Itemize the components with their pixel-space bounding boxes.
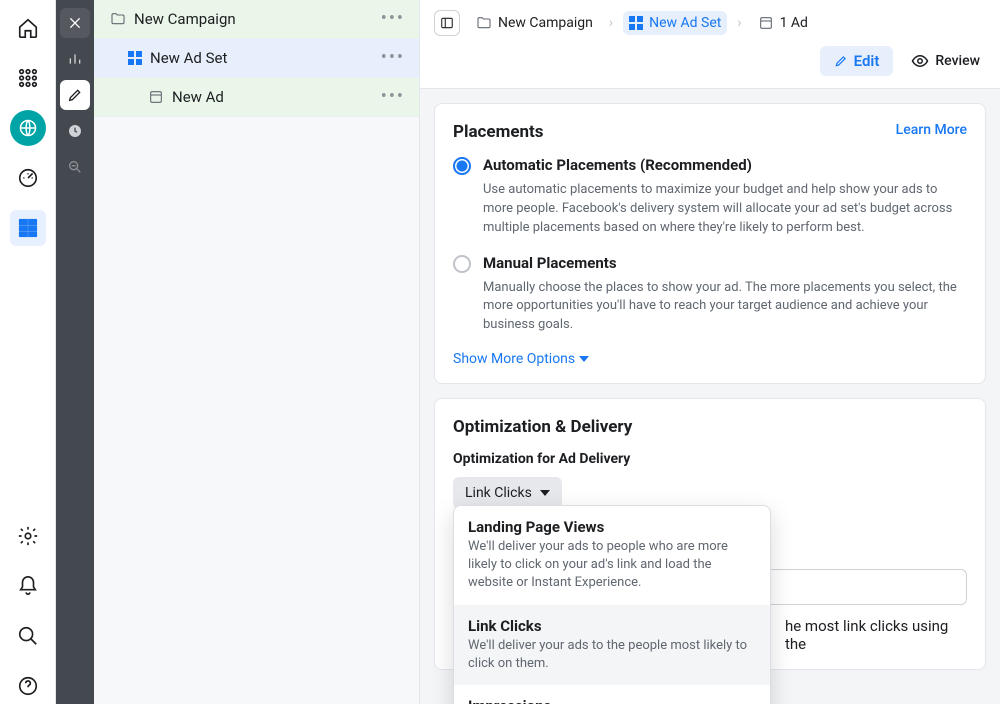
ad-icon (148, 89, 164, 105)
chevron-right-icon: › (737, 15, 741, 31)
option-landing-page-views[interactable]: Landing Page Views We'll deliver your ad… (454, 506, 770, 605)
main-panel: New Campaign › New Ad Set › 1 Ad Edit Re… (420, 0, 1000, 704)
more-icon[interactable]: ••• (381, 88, 405, 106)
placements-title: Placements (453, 122, 967, 142)
pencil-icon[interactable] (60, 80, 90, 110)
zoom-icon[interactable] (60, 152, 90, 182)
adset-icon (629, 16, 643, 30)
breadcrumb-ad[interactable]: 1 Ad (752, 11, 814, 35)
radio-manual[interactable]: Manual Placements (453, 254, 967, 273)
show-more-link[interactable]: Show More Options (453, 351, 967, 367)
chevron-right-icon: › (609, 15, 613, 31)
placements-card: Learn More Placements Automatic Placemen… (434, 103, 986, 384)
header: New Campaign › New Ad Set › 1 Ad Edit Re… (420, 0, 1000, 89)
adset-icon (128, 51, 142, 65)
radio-automatic-desc: Use automatic placements to maximize you… (483, 181, 967, 238)
search-icon[interactable] (10, 618, 46, 654)
globe-icon[interactable] (10, 110, 46, 146)
radio-automatic-title: Automatic Placements (Recommended) (483, 156, 752, 175)
tree-adset-row[interactable]: New Ad Set ••• (94, 39, 419, 78)
content-scroll[interactable]: Learn More Placements Automatic Placemen… (420, 89, 1000, 704)
radio-manual-desc: Manually choose the places to show your … (483, 279, 967, 336)
tree-ad-row[interactable]: New Ad ••• (94, 78, 419, 117)
optimization-label: Optimization for Ad Delivery (453, 451, 967, 467)
option-impressions[interactable]: Impressions We'll deliver your ads to pe… (454, 685, 770, 704)
folder-icon (110, 11, 126, 27)
speedometer-icon[interactable] (10, 160, 46, 196)
breadcrumb-campaign[interactable]: New Campaign (470, 11, 599, 35)
tree-adset-label: New Ad Set (150, 49, 227, 67)
global-nav (0, 0, 56, 704)
edit-button[interactable]: Edit (820, 46, 894, 76)
ads-manager-icon[interactable] (10, 210, 46, 246)
radio-manual-title: Manual Placements (483, 254, 617, 273)
radio-icon (453, 157, 471, 175)
tree-ad-label: New Ad (172, 88, 224, 106)
settings-icon[interactable] (10, 518, 46, 554)
optimization-menu: Landing Page Views We'll deliver your ad… (453, 505, 771, 704)
campaign-tree: New Campaign ••• New Ad Set ••• New Ad •… (94, 0, 420, 704)
bell-icon[interactable] (10, 568, 46, 604)
apps-icon[interactable] (10, 60, 46, 96)
more-icon[interactable]: ••• (381, 10, 405, 28)
panel-toggle-icon[interactable] (434, 10, 460, 36)
caret-down-icon (540, 488, 550, 498)
radio-icon (453, 255, 471, 273)
chart-icon[interactable] (60, 44, 90, 74)
tree-campaign-label: New Campaign (134, 10, 236, 28)
review-button[interactable]: Review (905, 46, 986, 76)
optimization-title: Optimization & Delivery (453, 417, 967, 437)
clock-icon[interactable] (60, 116, 90, 146)
more-icon[interactable]: ••• (381, 49, 405, 67)
optimization-card: Optimization & Delivery Optimization for… (434, 398, 986, 670)
breadcrumb-adset[interactable]: New Ad Set (623, 11, 727, 35)
close-button[interactable] (60, 8, 90, 38)
tree-campaign-row[interactable]: New Campaign ••• (94, 0, 419, 39)
breadcrumb: New Campaign › New Ad Set › 1 Ad (434, 10, 986, 36)
home-icon[interactable] (10, 10, 46, 46)
option-link-clicks[interactable]: Link Clicks We'll deliver your ads to th… (454, 605, 770, 685)
learn-more-link[interactable]: Learn More (896, 122, 967, 138)
editor-nav (56, 0, 94, 704)
radio-automatic[interactable]: Automatic Placements (Recommended) (453, 156, 967, 175)
help-icon[interactable] (10, 668, 46, 704)
